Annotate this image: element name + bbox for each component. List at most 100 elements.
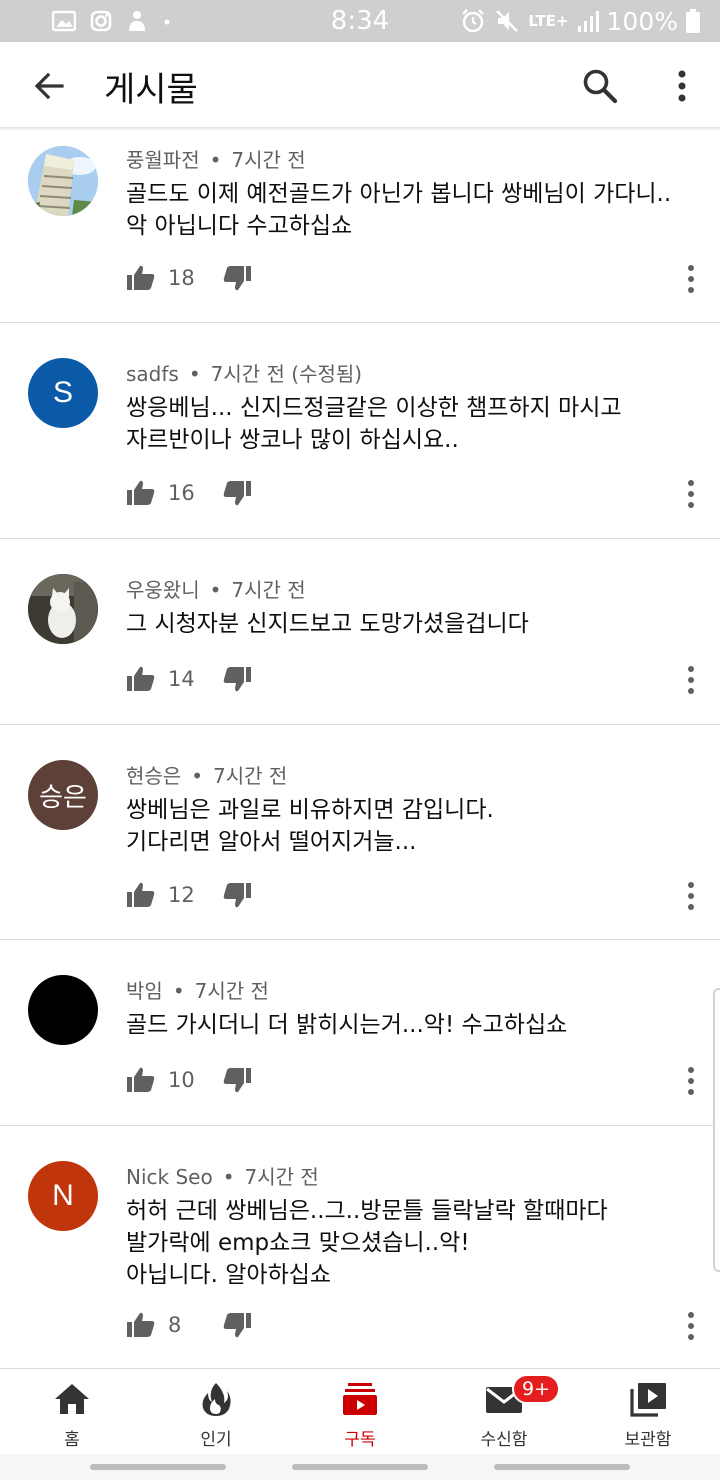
avatar-letter: N [52,1179,74,1212]
like-button[interactable] [126,479,156,507]
search-icon [583,69,618,104]
nav-home[interactable]: 홈 [0,1369,144,1455]
comment-actions: 16 [126,476,252,510]
comment-text: 허허 근데 쌍베님은..그..방문틀 들락날락 할때마다 발가락에 emp쇼크 … [126,1195,696,1291]
like-button[interactable] [126,1311,156,1339]
status-bar: 8:34 LTE+ 100% [0,0,720,42]
network-type: LTE+ [528,12,569,30]
like-count: 10 [168,1068,195,1092]
inbox-badge: 9+ [512,1374,561,1404]
comment-line: 쌍베님은 과일로 비유하지면 감입니다. [126,797,494,823]
comment-text: 골드 가시더니 더 밝히시는거...악! 수고하십쇼 [126,1009,696,1041]
dislike-button[interactable] [222,881,252,909]
arrow-left-icon [34,72,64,100]
comment-author[interactable]: 현승은 [126,764,181,788]
comment-time: 7시간 전 [210,362,285,386]
avatar-letter: 승은 [39,781,87,812]
comment-more-icon[interactable] [686,881,696,911]
back-button[interactable] [28,64,72,108]
comment-line: 아닙니다. 알아하십쇼 [126,1262,332,1288]
avatar[interactable]: N [28,1161,98,1231]
nav-library[interactable]: 보관함 [576,1369,720,1455]
comment-author[interactable]: 풍월파전 [126,148,200,172]
battery-icon [686,9,700,33]
dislike-button[interactable] [222,1311,252,1339]
comment-time: 7시간 전 [194,979,269,1003]
comment-time: 7시간 전 [231,578,306,602]
avatar[interactable] [28,975,98,1045]
dislike-button[interactable] [222,665,252,693]
comment-text: 골드도 이제 예전골드가 아닌가 봅니다 쌍베님이 가다니.. 악 아닙니다 수… [126,178,696,242]
dislike-button[interactable] [222,479,252,507]
trending-fire-icon [202,1383,231,1416]
nav-label: 구독 [344,1430,376,1450]
comment-text: 쌍베님은 과일로 비유하지면 감입니다. 기다리면 알아서 떨어지거늘... [126,794,696,858]
comment-meta: 우웅왔니 • 7시간 전 [126,574,306,603]
comment-line: 자르반이나 쌍코나 많이 하십시요.. [126,427,459,453]
comment-item: N Nick Seo • 7시간 전 허허 근데 쌍베님은..그..방문틀 들락날락… [0,1127,720,1368]
comment-more-icon[interactable] [686,479,696,509]
comment-meta: 박임 • 7시간 전 [126,975,269,1004]
app-bar: 게시물 [0,42,720,128]
comment-meta: Nick Seo • 7시간 전 [126,1161,319,1190]
comment-actions: 10 [126,1063,252,1097]
comment-actions: 8 [126,1308,252,1342]
mute-icon [496,10,519,32]
dislike-button[interactable] [222,1066,252,1094]
gesture-pill-center[interactable] [292,1464,428,1470]
dislike-button[interactable] [222,264,252,292]
nav-label: 수신함 [480,1430,528,1450]
avatar[interactable]: S [28,358,98,428]
nav-trending[interactable]: 인기 [144,1369,288,1455]
comment-more-icon[interactable] [686,665,696,695]
comment-text: 쌍응베님... 신지드정글같은 이상한 챔프하지 마시고 자르반이나 쌍코나 많… [126,392,696,456]
comment-time: 7시간 전 [244,1165,319,1189]
comment-line: 기다리면 알아서 떨어지거늘... [126,829,417,855]
more-options-button[interactable] [664,64,700,108]
avatar-letter: S [52,376,73,409]
comment-more-icon[interactable] [686,264,696,294]
avatar-photo-cat [28,574,98,644]
like-count: 18 [168,266,195,290]
comment-author[interactable]: 우웅왔니 [126,578,200,602]
like-count: 16 [168,481,195,505]
comment-author[interactable]: 박임 [126,979,163,1003]
gesture-pill-left[interactable] [90,1464,226,1470]
signal-icon [577,11,599,32]
comment-meta: 현승은 • 7시간 전 [126,760,287,789]
like-button[interactable] [126,264,156,292]
meta-separator: • [209,578,222,602]
nav-subscriptions[interactable]: 구독 [288,1369,432,1455]
like-button[interactable] [126,665,156,693]
comment-item: 박임 • 7시간 전 골드 가시더니 더 밝히시는거...악! 수고하십쇼 10 [0,941,720,1126]
comment-actions: 12 [126,878,252,912]
comment-line: 발가락에 emp쇼크 맞으셨습니..악! [126,1230,470,1256]
like-count: 8 [168,1313,182,1337]
comment-time: 7시간 전 [231,148,306,172]
like-button[interactable] [126,1066,156,1094]
avatar[interactable]: 승은 [28,760,98,830]
edge-panel-handle[interactable] [713,988,720,1272]
comment-time: 7시간 전 [213,764,288,788]
comment-author[interactable]: sadfs [126,362,179,386]
comment-actions: 18 [126,261,252,295]
comment-item: 우웅왔니 • 7시간 전 그 시청자분 신지드보고 도망가셨을겁니다 14 [0,540,720,725]
comment-more-icon[interactable] [686,1311,696,1341]
like-count: 12 [168,883,195,907]
gesture-pill-right[interactable] [494,1464,630,1470]
comment-author[interactable]: Nick Seo [126,1165,213,1189]
avatar[interactable] [28,574,98,644]
comment-meta: sadfs • 7시간 전 (수정됨) [126,358,362,387]
library-icon [630,1383,666,1417]
gesture-bar [0,1454,720,1480]
alarm-icon [462,9,485,33]
nav-label: 홈 [64,1430,80,1450]
meta-separator: • [188,362,201,386]
comment-more-icon[interactable] [686,1066,696,1096]
battery-percent: 100% [606,6,678,36]
page-title: 게시물 [104,70,198,110]
like-button[interactable] [126,881,156,909]
subscriptions-icon [343,1383,377,1415]
search-button[interactable] [578,64,622,108]
avatar[interactable] [28,146,98,216]
